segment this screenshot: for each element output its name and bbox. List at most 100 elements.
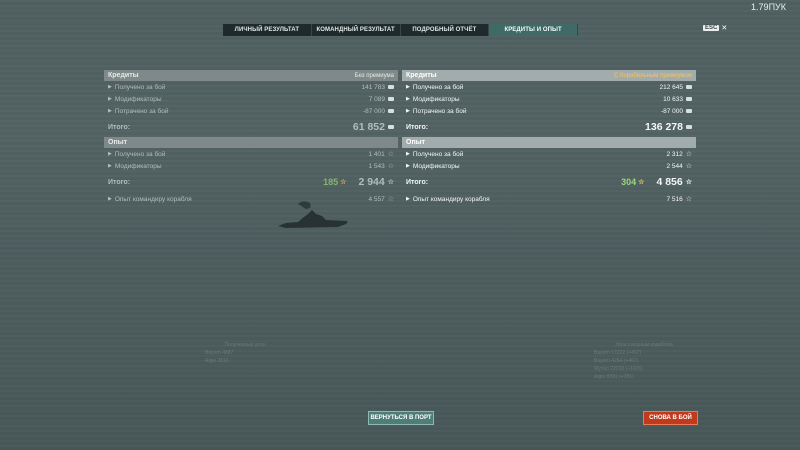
row-value: 1 543 (368, 162, 385, 170)
star-icon: ☆ (387, 163, 394, 170)
credits-header: Кредиты Без премиума (104, 70, 398, 81)
expand-arrow-icon[interactable]: ▶ (406, 108, 410, 114)
faint-title: Урон союзным кораблям (615, 342, 673, 348)
credits-row-earned[interactable]: ▶ Получено за бой 212 645 (402, 81, 696, 93)
credits-icon (686, 125, 692, 129)
credits-subtitle: С Корабельным премиумом (614, 72, 692, 79)
free-exp-value: 185 (323, 177, 339, 187)
star-icon: ☆ (387, 196, 394, 203)
total-label: Итого: (108, 178, 131, 186)
credits-title: Кредиты (108, 72, 139, 79)
total-label: Итого: (108, 123, 131, 131)
free-exp-star-icon: ☆ (340, 179, 347, 186)
row-value: 1 401 (368, 150, 385, 158)
exp-row-earned[interactable]: ▶ Получено за бой 2 312 ☆ (402, 148, 696, 160)
row-label: Получено за бой (412, 83, 464, 91)
star-icon: ☆ (685, 163, 692, 170)
row-value: 2 312 (666, 150, 683, 158)
total-value: 61 852 (352, 121, 385, 133)
expand-arrow-icon[interactable]: ▶ (406, 151, 410, 157)
exp-total: Итого: 185 ☆ 2 944 ☆ (104, 172, 398, 192)
exp-row-modifiers[interactable]: ▶ Модификаторы 2 544 ☆ (402, 160, 696, 172)
expand-arrow-icon[interactable]: ▶ (108, 96, 112, 102)
faint-line: Bayern 17222 (+457) (594, 350, 642, 356)
expand-arrow-icon[interactable]: ▶ (108, 151, 112, 157)
credits-total: Итого: 136 278 (402, 117, 696, 137)
credits-icon (686, 85, 692, 89)
total-label: Итого: (406, 123, 429, 131)
row-value: 10 633 (663, 95, 683, 103)
row-value: 4 557 (368, 195, 385, 203)
credits-title: Кредиты (406, 72, 437, 79)
panel-no-premium: Кредиты Без премиума ▶ Получено за бой 14… (104, 70, 398, 205)
exp-row-modifiers[interactable]: ▶ Модификаторы 1 543 ☆ (104, 160, 398, 172)
row-value: -87 000 (660, 107, 683, 115)
close-icon[interactable]: ✕ (721, 24, 727, 32)
credits-icon (388, 125, 394, 129)
row-label: Модификаторы (412, 162, 460, 170)
row-value: 7 089 (368, 95, 385, 103)
expand-arrow-icon[interactable]: ▶ (108, 163, 112, 169)
esc-key-label: ESC (703, 25, 720, 31)
credits-icon (388, 109, 394, 113)
total-label: Итого: (406, 178, 429, 186)
return-to-port-button[interactable]: ВЕРНУТЬСЯ В ПОРТ (368, 411, 434, 425)
credits-icon (388, 97, 394, 101)
credits-row-spent[interactable]: ▶ Потрачено за бой -87 000 (104, 105, 398, 117)
row-label: Модификаторы (114, 162, 162, 170)
expand-arrow-icon[interactable]: ▶ (406, 163, 410, 169)
faint-line: Aigle 8391 (+781) (594, 374, 634, 380)
credits-header: Кредиты С Корабельным премиумом (402, 70, 696, 81)
esc-close[interactable]: ESC ✕ (703, 24, 727, 32)
tab-detailed-report[interactable]: ПОДРОБНЫЙ ОТЧЁТ (401, 24, 490, 36)
credits-icon (388, 85, 394, 89)
row-value: 212 645 (659, 83, 684, 91)
expand-arrow-icon[interactable]: ▶ (108, 108, 112, 114)
free-exp-value: 304 (621, 177, 637, 187)
panel-premium: Кредиты С Корабельным премиумом ▶ Получен… (402, 70, 696, 205)
row-value: 2 544 (666, 162, 683, 170)
tab-personal-result[interactable]: ЛИЧНЫЙ РЕЗУЛЬТАТ (223, 24, 312, 36)
credits-row-earned[interactable]: ▶ Получено за бой 141 783 (104, 81, 398, 93)
row-label: Потрачено за бой (412, 107, 467, 115)
result-tabs: ЛИЧНЫЙ РЕЗУЛЬТАТ КОМАНДНЫЙ РЕЗУЛЬТАТ ПОД… (223, 24, 578, 36)
credits-row-modifiers[interactable]: ▶ Модификаторы 10 633 (402, 93, 696, 105)
faint-line: Bayern 4264 (+467) (594, 358, 639, 364)
credits-icon (686, 97, 692, 101)
star-icon: ☆ (685, 179, 692, 186)
expand-arrow-icon[interactable]: ▶ (108, 196, 112, 202)
row-value: 7 516 (666, 195, 683, 203)
credits-row-spent[interactable]: ▶ Потрачено за бой -87 000 (402, 105, 696, 117)
commander-exp-row[interactable]: ▶ Опыт командиру корабля 4 557 ☆ (104, 193, 398, 205)
faint-line: Bayern 4687 (205, 350, 234, 356)
row-label: Модификаторы (412, 95, 460, 103)
battle-again-button[interactable]: СНОВА В БОЙ (643, 411, 698, 425)
star-icon: ☆ (387, 179, 394, 186)
expand-arrow-icon[interactable]: ▶ (406, 196, 410, 202)
exp-title: Опыт (406, 139, 426, 146)
commander-exp-row[interactable]: ▶ Опыт командиру корабля 7 516 ☆ (402, 193, 696, 205)
expand-arrow-icon[interactable]: ▶ (108, 84, 112, 90)
exp-title: Опыт (108, 139, 128, 146)
exp-row-earned[interactable]: ▶ Получено за бой 1 401 ☆ (104, 148, 398, 160)
faint-damage-stats-right: Урон союзным кораблям Bayern 17222 (+457… (594, 341, 694, 381)
exp-total: Итого: 304 ☆ 4 856 ☆ (402, 172, 696, 192)
row-label: Потрачено за бой (114, 107, 169, 115)
credits-icon (686, 109, 692, 113)
star-icon: ☆ (387, 151, 394, 158)
exp-header: Опыт (402, 137, 696, 148)
expand-arrow-icon[interactable]: ▶ (406, 96, 410, 102)
row-label: Модификаторы (114, 95, 162, 103)
fps-counter: 1.79ПУК (751, 2, 786, 12)
credits-total: Итого: 61 852 (104, 117, 398, 137)
row-label: Получено за бой (114, 150, 166, 158)
star-icon: ☆ (685, 151, 692, 158)
tab-team-result[interactable]: КОМАНДНЫЙ РЕЗУЛЬТАТ (312, 24, 401, 36)
tab-credits-exp[interactable]: КРЕДИТЫ И ОПЫТ (489, 24, 578, 36)
credits-row-modifiers[interactable]: ▶ Модификаторы 7 089 (104, 93, 398, 105)
free-exp-star-icon: ☆ (638, 179, 645, 186)
faint-damage-stats-left: Полученные урон Bayern 4687 Aigle 2816 (205, 341, 285, 365)
row-label: Получено за бой (412, 150, 464, 158)
total-value: 136 278 (645, 121, 683, 133)
expand-arrow-icon[interactable]: ▶ (406, 84, 410, 90)
